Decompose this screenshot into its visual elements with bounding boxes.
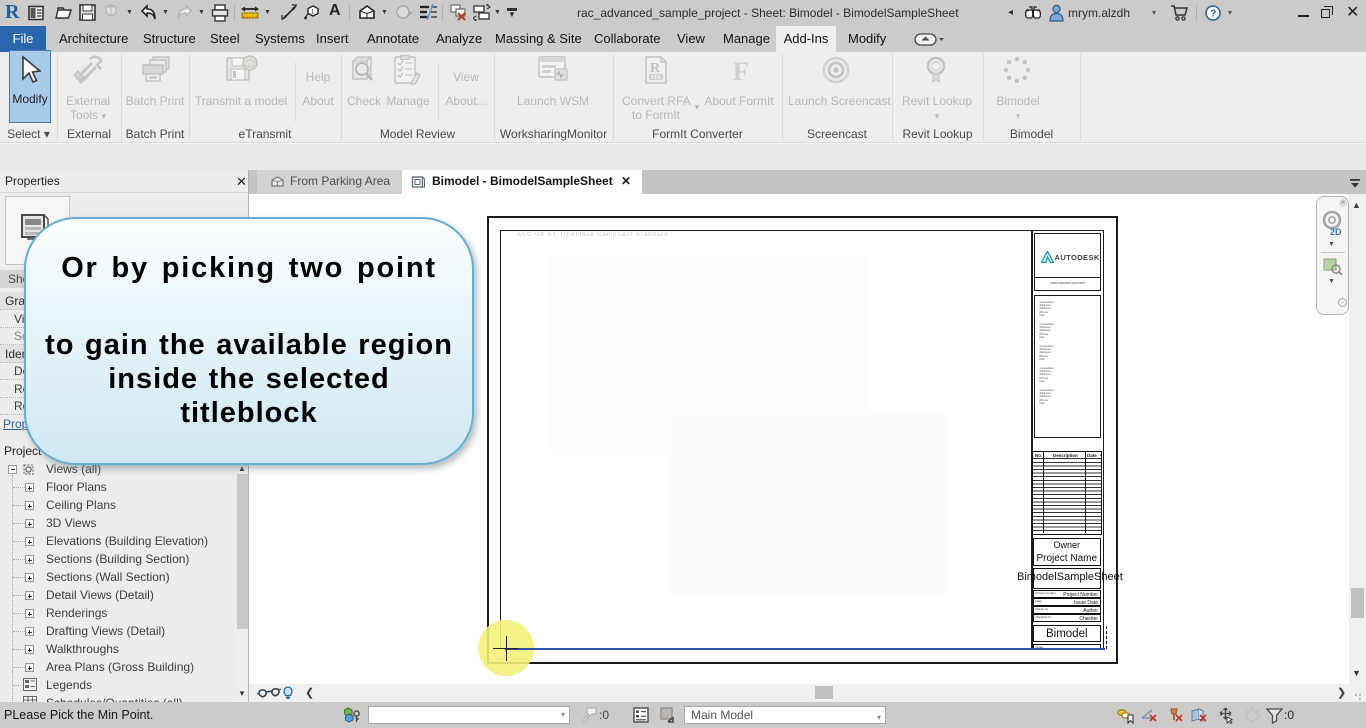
svg-text:?: ? — [1210, 9, 1216, 20]
svg-text:R: R — [650, 61, 661, 76]
svg-text:F: F — [733, 57, 749, 85]
svg-text:RFA: RFA — [651, 75, 662, 81]
